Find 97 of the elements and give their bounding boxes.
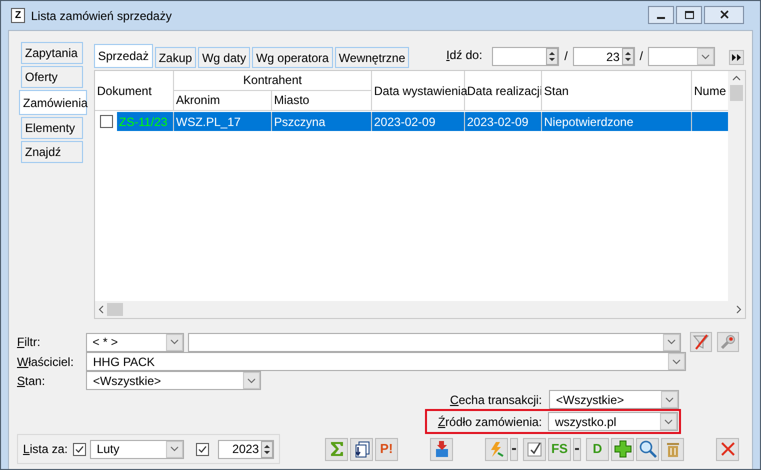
owner-combo[interactable]: HHG PACK <box>86 352 686 371</box>
sidebar-tab[interactable]: Zamówienia <box>19 90 87 115</box>
checkmark-icon <box>526 441 542 457</box>
window-title: Lista zamówień sprzedaży <box>31 8 172 24</box>
table-cell: 2023-02-09 <box>465 112 542 131</box>
dash-icon <box>512 448 516 450</box>
add-button[interactable] <box>611 438 634 460</box>
maximize-icon <box>684 10 694 18</box>
goto-label: Idź do: <box>446 47 482 64</box>
close-button[interactable] <box>704 6 744 24</box>
trash-icon <box>666 440 680 458</box>
funnel-slash-icon <box>693 334 710 350</box>
horizontal-scrollbar[interactable] <box>95 301 745 318</box>
column-header[interactable]: Data wystawienia <box>372 71 465 110</box>
column-header[interactable]: Stan <box>542 71 692 110</box>
spin-button[interactable] <box>260 440 273 458</box>
chevron-down-icon <box>170 446 180 452</box>
close-icon <box>720 10 728 19</box>
lightning-icon <box>488 440 505 458</box>
table-cell-text: ZS-11/23 <box>119 114 168 130</box>
column-header[interactable]: Akronim <box>174 90 272 110</box>
clear-filter-button[interactable] <box>690 332 712 352</box>
settings-button[interactable] <box>717 332 739 352</box>
up-down-arrows-icon <box>547 49 558 64</box>
sigma-icon <box>330 441 344 457</box>
status-combo[interactable]: <Wszystkie> <box>86 371 261 390</box>
app-icon: Z <box>11 8 25 23</box>
column-header[interactable]: Nume <box>692 71 728 110</box>
filter-field[interactable] <box>188 332 682 352</box>
feature-combo[interactable]: <Wszystkie> <box>549 390 679 409</box>
scrollbar-thumb[interactable] <box>730 85 743 101</box>
table-cell: Pszczyna <box>272 112 372 131</box>
separator: / <box>640 48 643 65</box>
fast-forward-icon <box>732 54 741 61</box>
sidebar-tab[interactable]: Oferty <box>21 66 83 88</box>
close-icon <box>720 442 734 456</box>
year-field[interactable]: 2023 <box>218 440 274 458</box>
import-button[interactable] <box>430 438 453 460</box>
sidebar-tab[interactable]: Znajdź <box>21 141 83 163</box>
spin-button[interactable] <box>622 48 634 65</box>
minimize-icon <box>657 16 665 18</box>
chevron-down-icon <box>672 358 681 364</box>
copy-button[interactable] <box>350 438 373 460</box>
chevron-down-icon <box>247 378 256 384</box>
bin-arrow-icon <box>434 440 450 458</box>
chevron-down-icon <box>701 54 710 60</box>
goto-field[interactable] <box>492 47 560 66</box>
chevron-down-icon <box>664 418 673 424</box>
up-down-arrows-icon <box>622 49 633 64</box>
dropdown-button[interactable] <box>510 438 518 460</box>
pages-icon <box>354 440 370 458</box>
goto-combo[interactable] <box>648 47 715 66</box>
filter-combo[interactable]: < * > <box>86 332 184 352</box>
checkbox[interactable] <box>196 442 210 456</box>
chevron-down-icon <box>665 396 674 402</box>
column-header[interactable]: Dokument <box>95 71 174 110</box>
dash-icon <box>575 448 579 450</box>
sidebar-tab[interactable]: Elementy <box>21 117 83 139</box>
maximize-button[interactable] <box>676 6 702 24</box>
table-cell: Niepotwierdzone <box>542 112 692 131</box>
delete-button[interactable] <box>661 438 684 460</box>
column-header[interactable]: Miasto <box>272 90 371 110</box>
dropdown-button[interactable] <box>573 438 581 460</box>
source-combo[interactable]: wszystko.pl <box>548 412 678 431</box>
spin-button[interactable] <box>546 48 558 65</box>
checkbox[interactable] <box>100 115 112 128</box>
table-cell: WSZ.PL_17 <box>174 112 272 131</box>
feature-label: Cecha transakcji: <box>450 392 542 408</box>
owner-label: Właściciel: <box>17 354 75 370</box>
status-label: Stan: <box>17 372 46 390</box>
chevron-down-icon <box>170 339 179 345</box>
search-icon <box>638 440 656 458</box>
tab[interactable]: Zakup <box>154 47 196 68</box>
column-header[interactable]: Kontrahent <box>174 71 371 91</box>
separator: / <box>564 48 568 65</box>
chevron-down-icon <box>667 339 676 345</box>
period-label: Lista za: <box>23 441 68 458</box>
minimize-button[interactable] <box>648 6 674 24</box>
checkbox[interactable] <box>72 442 86 456</box>
month-combo[interactable]: Luty <box>90 440 184 458</box>
go-button[interactable] <box>729 50 744 65</box>
tab[interactable]: Wg daty <box>198 47 250 68</box>
sidebar-tab[interactable]: Zapytania <box>21 42 83 64</box>
source-label: Źródło zamówienia: <box>438 414 542 430</box>
approve-button[interactable] <box>523 438 546 460</box>
scrollbar-thumb[interactable] <box>107 303 123 316</box>
plus-icon <box>614 440 632 458</box>
tab[interactable]: Wg operatora <box>252 47 333 68</box>
vertical-scrollbar[interactable] <box>728 71 745 301</box>
number-field[interactable]: 23 <box>572 47 635 66</box>
table-row[interactable]: ZS-11/23 WSZ.PL_17 Pszczyna 2023-02-09 2023-02-09 Niepotwierdzone <box>117 112 728 131</box>
filter-label: Filtr: <box>17 334 42 351</box>
tab[interactable]: Sprzedaż <box>94 44 153 68</box>
wrench-icon <box>720 334 736 350</box>
search-button[interactable] <box>636 438 659 460</box>
tab[interactable]: Wewnętrzne <box>334 47 410 68</box>
table-cell: 2023-02-09 <box>372 112 465 131</box>
